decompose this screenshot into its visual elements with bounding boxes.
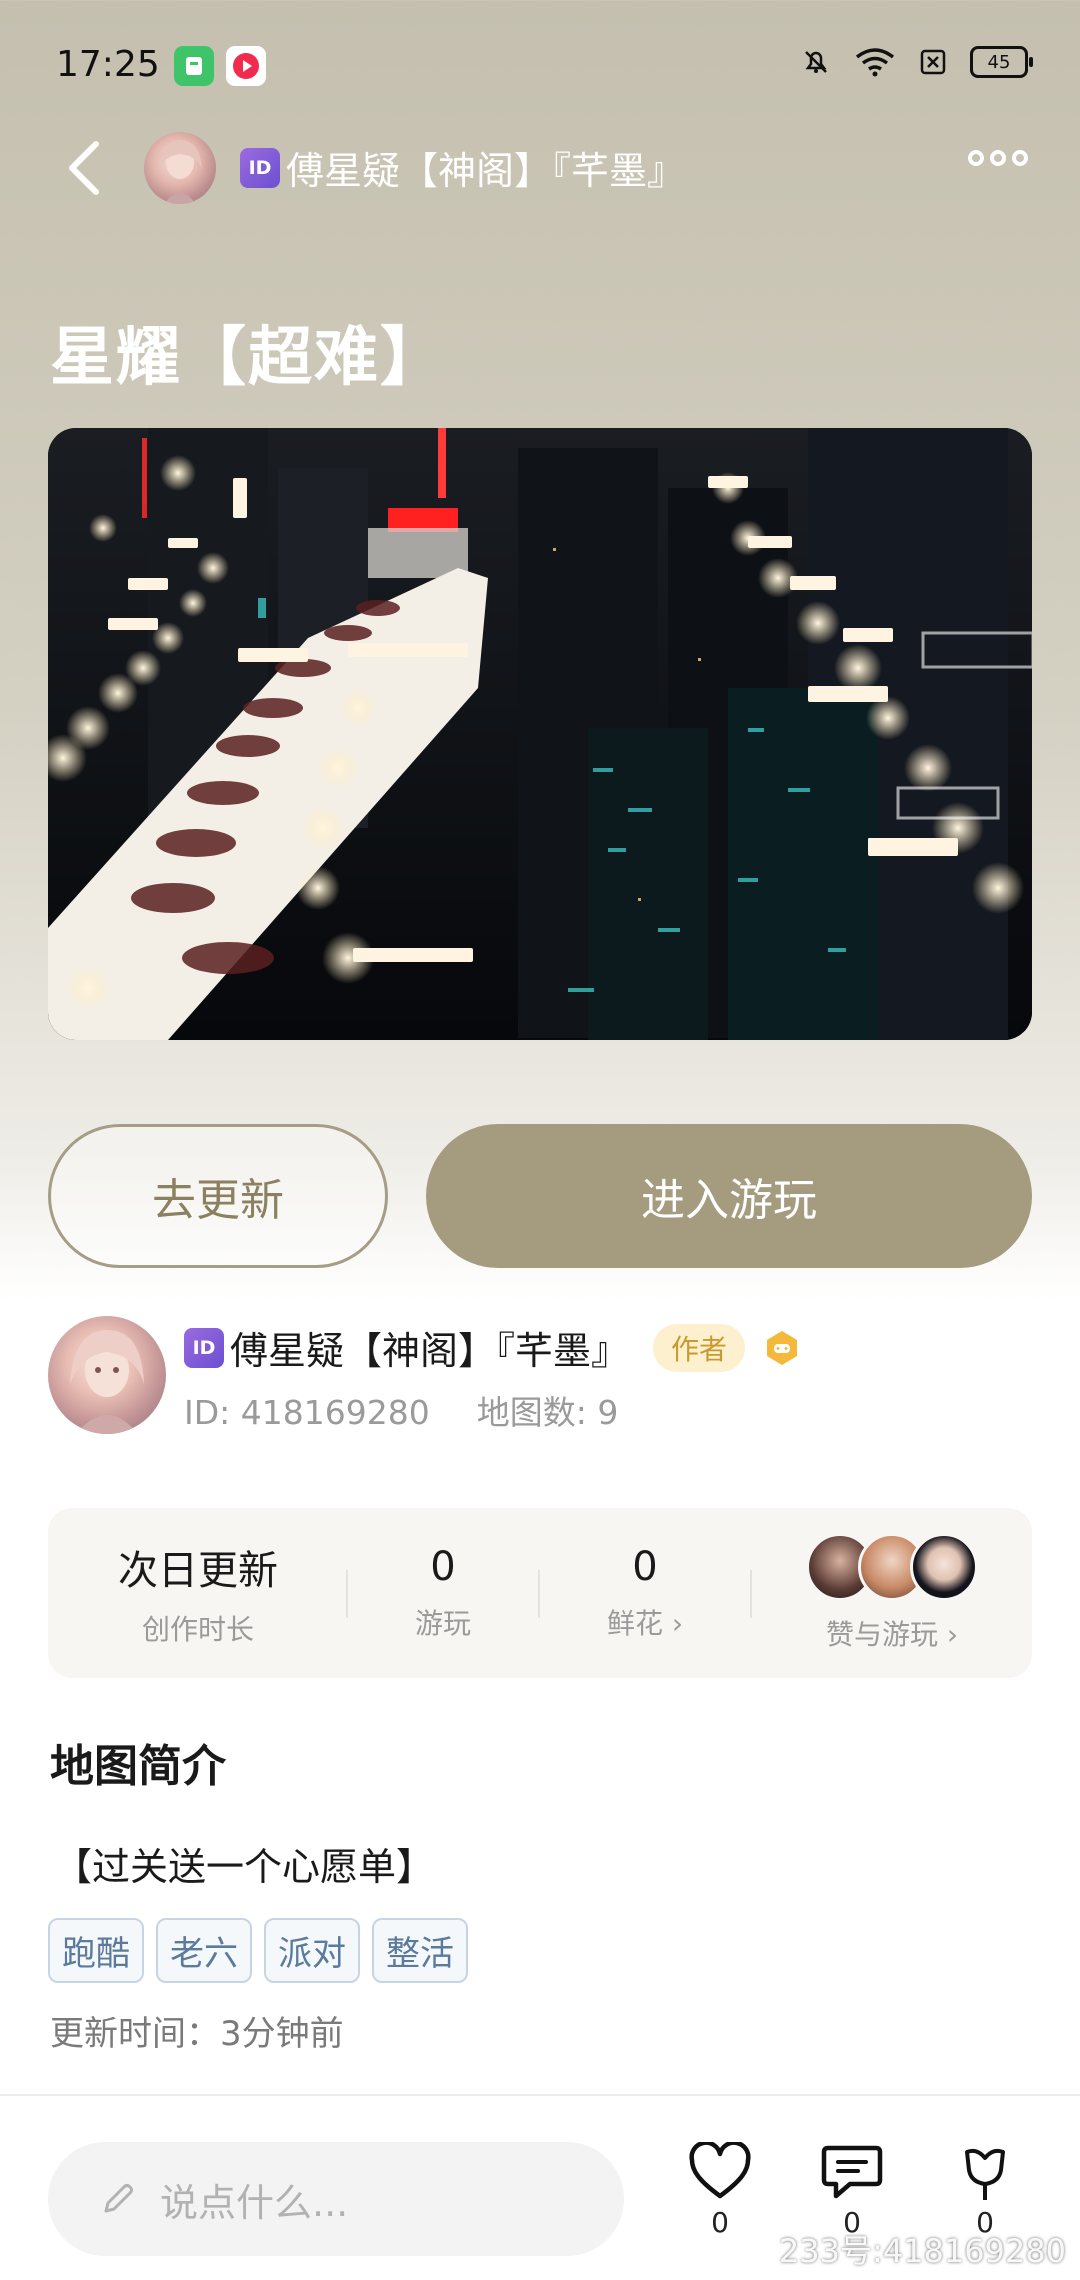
map-cover-image[interactable]: [48, 428, 1032, 1040]
watermark: 233号:418169280: [778, 2232, 1066, 2270]
stat-label-text: 鲜花: [606, 1607, 663, 1640]
id-badge-icon: ID: [184, 1327, 224, 1368]
back-button[interactable]: [56, 136, 112, 200]
play-button[interactable]: 进入游玩: [426, 1124, 1032, 1268]
wifi-icon: [855, 48, 895, 77]
tag-item[interactable]: 老六: [156, 1918, 252, 1983]
author-id: ID: 418169280: [184, 1393, 430, 1432]
map-title: 星耀【超难】: [50, 321, 446, 395]
comment-placeholder: 说点什么...: [160, 2180, 349, 2225]
stat-label: 创作时长: [141, 1613, 254, 1646]
battery-level: 45: [987, 51, 1011, 73]
tag-list: 跑酷 老六 派对 整活: [48, 1918, 468, 1983]
tag-item[interactable]: 跑酷: [48, 1918, 144, 1983]
liker-avatar: [910, 1533, 978, 1601]
stat-label: 游玩: [414, 1607, 471, 1640]
header-avatar[interactable]: [144, 132, 216, 204]
more-dot: [1012, 150, 1028, 166]
author-tag: 作者: [653, 1323, 746, 1372]
chevron-right-icon: ›: [946, 1618, 959, 1651]
mute-bell-icon: [805, 51, 827, 73]
more-dot: [990, 150, 1006, 166]
comment-input[interactable]: 说点什么...: [48, 2142, 624, 2256]
header-title[interactable]: ID 傅星疑【神阁】『芊墨』: [240, 140, 685, 195]
flower-button[interactable]: 0: [940, 2142, 1030, 2239]
tag-item[interactable]: 整活: [372, 1918, 468, 1983]
more-button[interactable]: [968, 150, 1028, 166]
header-author-name: 傅星疑【神阁】『芊墨』: [286, 149, 686, 193]
status-time: 17:25: [56, 44, 160, 85]
chevron-right-icon: ›: [671, 1607, 684, 1640]
id-badge-icon: ID: [240, 147, 280, 188]
app-notification-icon: [174, 46, 214, 86]
like-count: 0: [711, 2206, 729, 2239]
update-button[interactable]: 去更新: [48, 1124, 388, 1268]
comment-button[interactable]: 0: [807, 2142, 897, 2239]
more-dot: [968, 150, 984, 166]
stat-plays: 0 游玩: [348, 1508, 538, 1678]
stat-likes[interactable]: 赞与游玩 ›: [752, 1508, 1032, 1678]
stat-value: 0: [632, 1544, 658, 1590]
author-name: 傅星疑【神阁】『芊墨』: [230, 1329, 630, 1373]
status-icons: 45: [800, 46, 1033, 78]
pencil-icon: [104, 2184, 133, 2213]
stat-label-text: 赞与游玩: [825, 1618, 938, 1651]
sim-icon: [920, 49, 946, 75]
liker-avatars: [806, 1533, 978, 1601]
comment-icon: [821, 2145, 883, 2199]
like-button[interactable]: 0: [675, 2142, 765, 2239]
update-time: 更新时间：3分钟前: [50, 2014, 344, 2054]
stats-card: 次日更新 创作时长 0 游玩 0 鲜花 › 赞与游玩 ›: [48, 1508, 1032, 1678]
stat-label: 赞与游玩 ›: [826, 1613, 958, 1653]
tag-item[interactable]: 派对: [264, 1918, 360, 1983]
flower-icon: [965, 2148, 1005, 2200]
map-description: 【过关送一个心愿单】: [54, 1845, 435, 1889]
stat-value: 0: [430, 1544, 456, 1590]
chevron-left-icon: [69, 141, 99, 195]
author-map-count: 地图数: 9: [476, 1393, 619, 1432]
stat-value: 次日更新: [118, 1548, 278, 1594]
author-name-row[interactable]: ID 傅星疑【神阁】『芊墨』 作者: [184, 1320, 801, 1375]
stat-label: 鲜花 ›: [607, 1602, 683, 1642]
stat-flowers[interactable]: 0 鲜花 ›: [540, 1508, 750, 1678]
section-title: 地图简介: [50, 1741, 226, 1792]
video-app-icon: [226, 46, 266, 86]
gamepad-medal-icon: [767, 1330, 798, 1365]
author-meta: ID: 418169280 地图数: 9: [184, 1386, 618, 1434]
heart-icon: [689, 2142, 751, 2199]
stat-creation-time: 次日更新 创作时长: [48, 1508, 348, 1678]
author-avatar[interactable]: [48, 1316, 166, 1434]
battery-icon: 45: [970, 46, 1033, 78]
